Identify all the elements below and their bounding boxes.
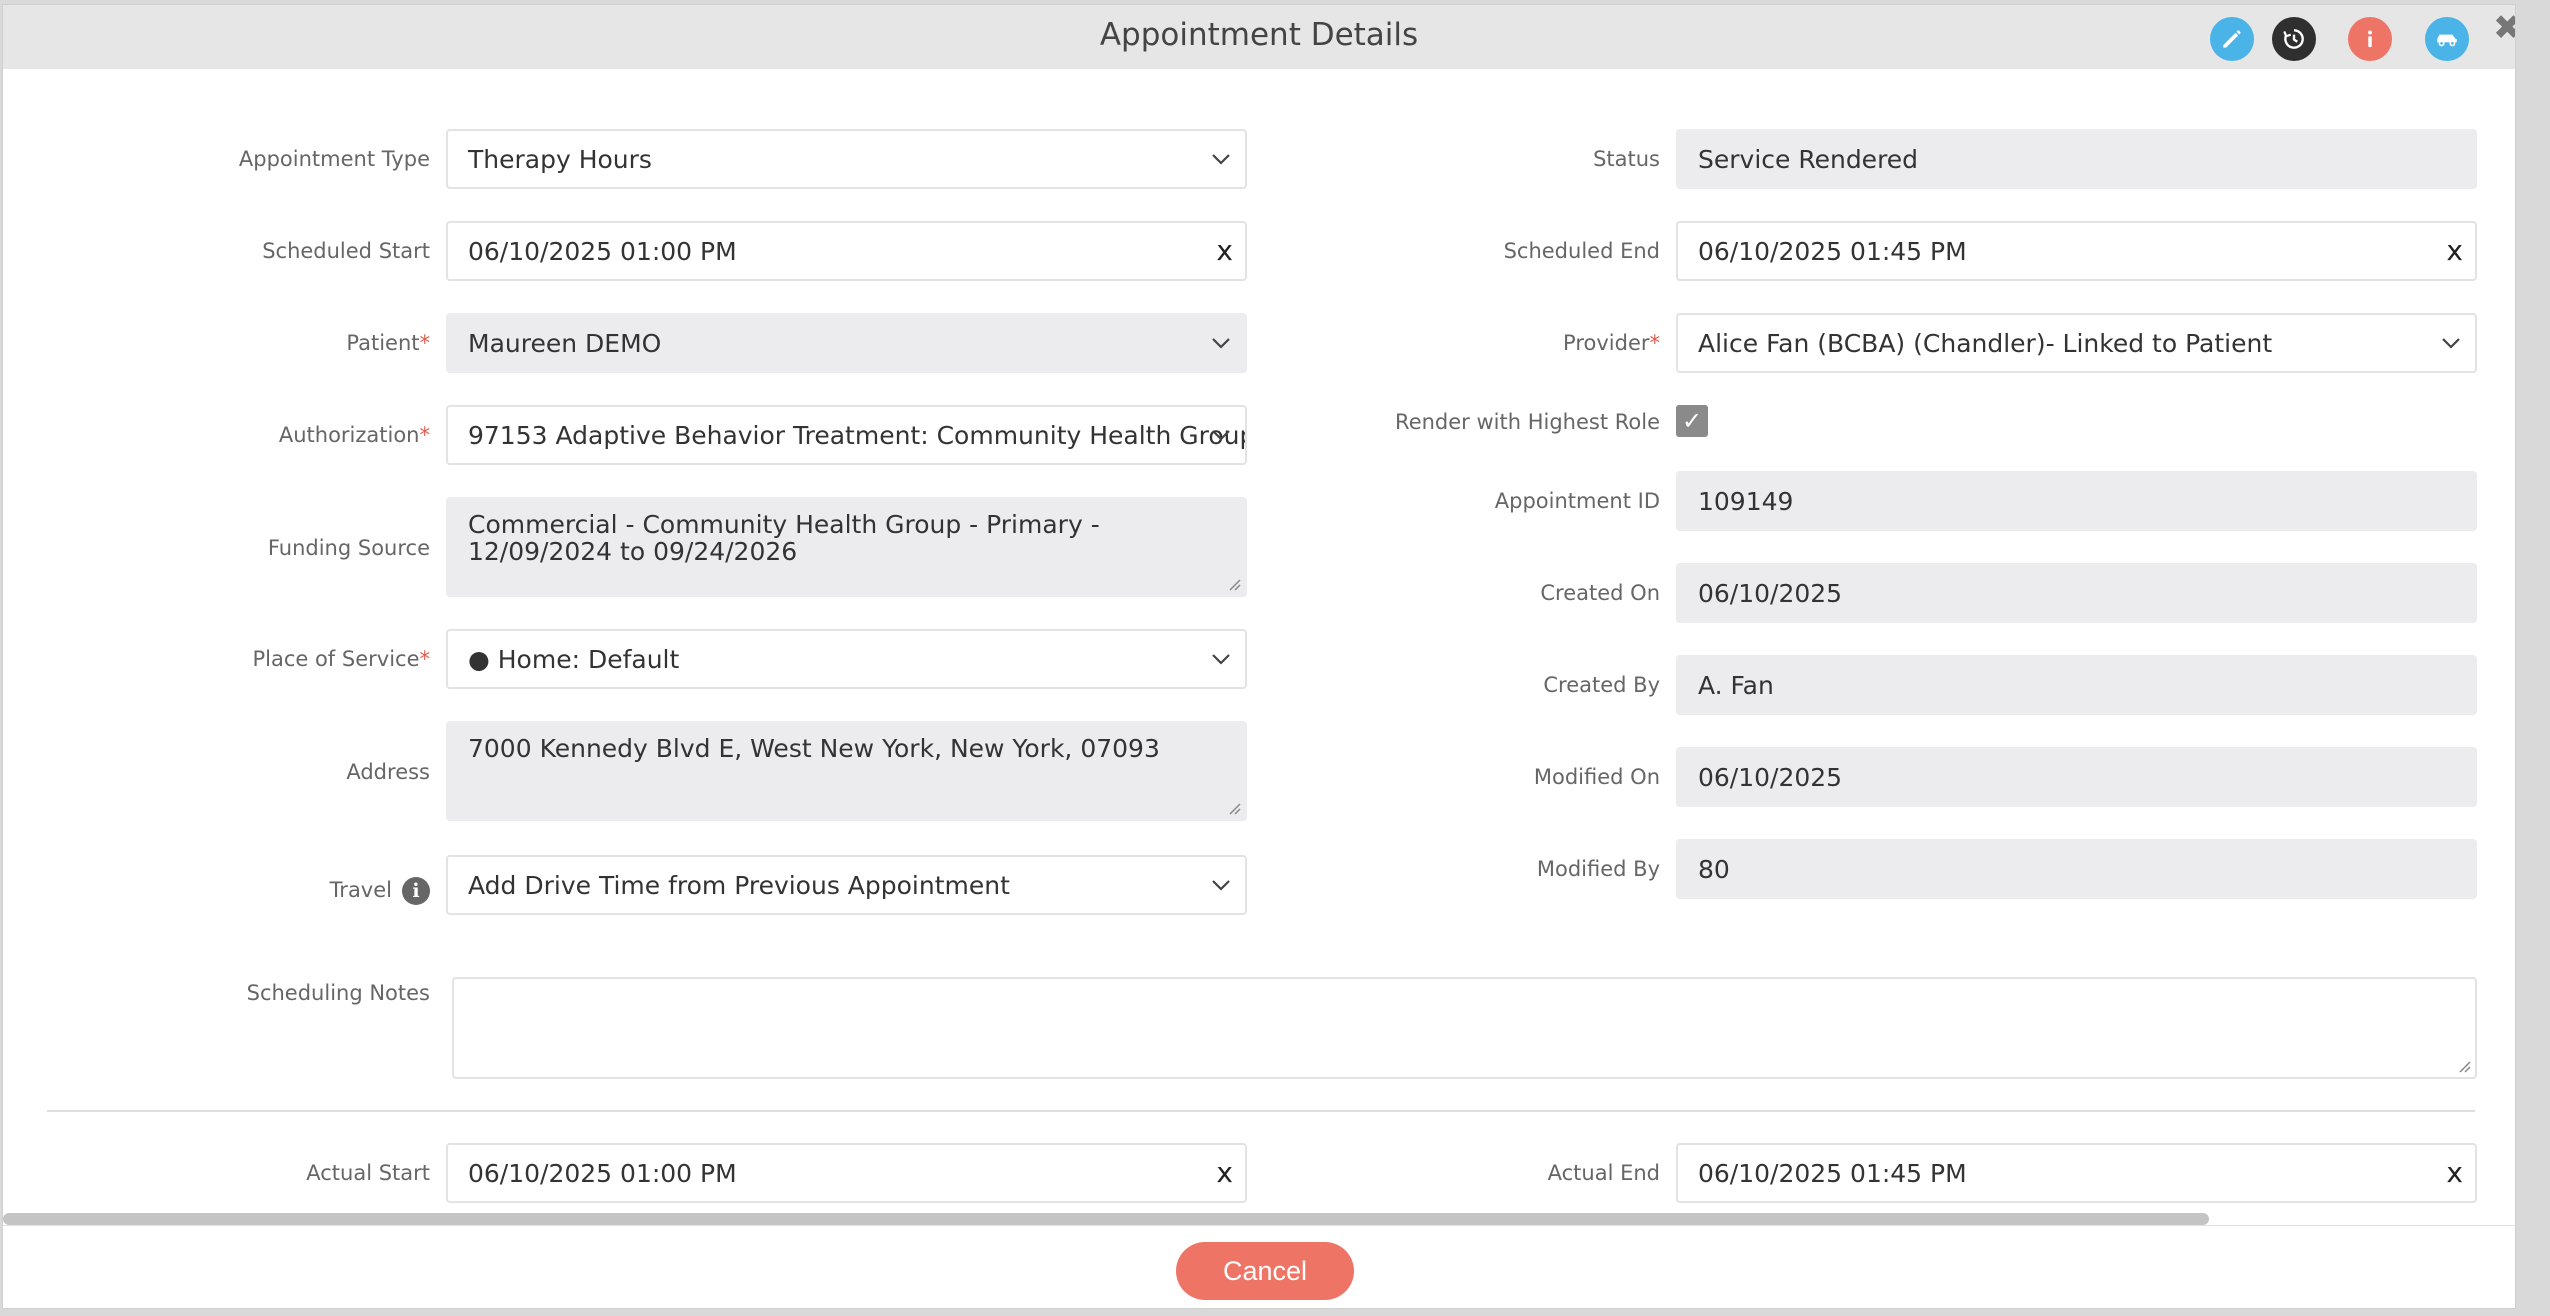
scheduled-start-value: 06/10/2025 01:00 PM (468, 236, 737, 266)
chevron-down-icon (2442, 338, 2460, 349)
scheduling-notes-textarea[interactable] (452, 977, 2477, 1079)
place-of-service-select[interactable]: ● Home: Default (446, 629, 1247, 689)
chevron-down-icon (1212, 654, 1230, 665)
created-on-field: 06/10/2025 (1676, 563, 2477, 623)
appointment-id-label: Appointment ID (1494, 489, 1660, 513)
funding-source-label: Funding Source (267, 536, 430, 560)
modified-on-value: 06/10/2025 (1698, 762, 1843, 792)
render-highest-role-label: Render with Highest Role (1395, 410, 1660, 434)
modal-header: Appointment Details ✖ (3, 5, 2515, 69)
render-highest-role-checkbox[interactable]: ✓ (1676, 405, 1708, 437)
address-label: Address (346, 760, 430, 784)
required-marker: * (419, 423, 431, 447)
patient-value: Maureen DEMO (468, 328, 662, 358)
created-by-label: Created By (1543, 673, 1660, 697)
required-marker: * (1649, 331, 1661, 355)
clear-scheduled-end-button[interactable]: x (2446, 234, 2463, 268)
authorization-value: 97153 Adaptive Behavior Treatment: Commu… (468, 420, 1245, 450)
history-icon (2283, 29, 2304, 49)
appointment-details-modal: Appointment Details ✖ Appointment Type T… (2, 4, 2516, 1309)
travel-button[interactable] (2425, 17, 2469, 61)
actual-end-value: 06/10/2025 01:45 PM (1698, 1158, 1967, 1188)
appointment-type-select[interactable]: Therapy Hours (446, 129, 1247, 189)
created-by-value: A. Fan (1698, 670, 1774, 700)
funding-source-textarea[interactable]: Commercial - Community Health Group - Pr… (446, 497, 1247, 597)
horizontal-scrollbar[interactable] (3, 1213, 2209, 1225)
actual-start-input[interactable]: 06/10/2025 01:00 PM x (446, 1143, 1247, 1203)
chevron-down-icon (1212, 430, 1230, 441)
authorization-label: Authorization* (278, 423, 431, 447)
travel-select[interactable]: Add Drive Time from Previous Appointment (446, 855, 1247, 915)
actual-start-value: 06/10/2025 01:00 PM (468, 1158, 737, 1188)
resize-grip-icon[interactable] (1227, 801, 1241, 815)
created-by-field: A. Fan (1676, 655, 2477, 715)
funding-source-value: Commercial - Community Health Group - Pr… (468, 510, 1100, 566)
clear-actual-end-button[interactable]: x (2446, 1156, 2463, 1190)
scheduled-start-label: Scheduled Start (262, 239, 430, 263)
travel-value: Add Drive Time from Previous Appointment (468, 870, 1010, 900)
scheduling-notes-label: Scheduling Notes (246, 981, 430, 1005)
modal-footer: Cancel (3, 1225, 2515, 1308)
actual-end-input[interactable]: 06/10/2025 01:45 PM x (1676, 1143, 2477, 1203)
clear-actual-start-button[interactable]: x (1216, 1156, 1233, 1190)
cancel-button[interactable]: Cancel (1176, 1242, 1354, 1300)
modified-by-value: 80 (1698, 854, 1730, 884)
resize-grip-icon[interactable] (1227, 577, 1241, 591)
authorization-select[interactable]: 97153 Adaptive Behavior Treatment: Commu… (446, 405, 1247, 465)
clear-scheduled-start-button[interactable]: x (1216, 234, 1233, 268)
place-of-service-value: ● Home: Default (468, 644, 680, 674)
info-icon (2368, 30, 2372, 48)
required-marker: * (419, 647, 431, 671)
modified-on-label: Modified On (1533, 765, 1660, 789)
patient-label: Patient* (346, 331, 431, 355)
status-label: Status (1593, 147, 1660, 171)
travel-label: Travel i (330, 875, 430, 905)
place-of-service-label: Place of Service* (252, 647, 431, 671)
vertical-scrollbar[interactable] (2515, 73, 2516, 668)
car-icon (2437, 34, 2457, 47)
created-on-value: 06/10/2025 (1698, 578, 1843, 608)
history-button[interactable] (2272, 17, 2316, 61)
address-textarea[interactable]: 7000 Kennedy Blvd E, West New York, New … (446, 721, 1247, 821)
chevron-down-icon (1212, 338, 1230, 349)
modified-on-field: 06/10/2025 (1676, 747, 2477, 807)
section-divider (47, 1110, 2475, 1112)
status-field: Service Rendered (1676, 129, 2477, 189)
modal-title: Appointment Details (1099, 17, 1419, 53)
scheduled-start-input[interactable]: 06/10/2025 01:00 PM x (446, 221, 1247, 281)
travel-info-icon[interactable]: i (402, 877, 430, 905)
pencil-icon (2223, 30, 2241, 48)
appointment-type-label: Appointment Type (238, 147, 430, 171)
required-marker: * (419, 331, 431, 355)
resize-grip-icon[interactable] (2457, 1059, 2471, 1073)
appointment-id-value: 109149 (1698, 486, 1794, 516)
provider-value: Alice Fan (BCBA) (Chandler)- Linked to P… (1698, 328, 2273, 358)
modified-by-field: 80 (1676, 839, 2477, 899)
chevron-down-icon (1212, 880, 1230, 891)
edit-button[interactable] (2210, 17, 2254, 61)
actual-end-label: Actual End (1547, 1161, 1660, 1185)
appointment-id-field: 109149 (1676, 471, 2477, 531)
provider-select[interactable]: Alice Fan (BCBA) (Chandler)- Linked to P… (1676, 313, 2477, 373)
modified-by-label: Modified By (1536, 857, 1660, 881)
address-value: 7000 Kennedy Blvd E, West New York, New … (468, 734, 1160, 763)
provider-label: Provider* (1563, 331, 1661, 355)
close-icon[interactable]: ✖ (2493, 11, 2515, 45)
actual-start-label: Actual Start (306, 1161, 430, 1185)
created-on-label: Created On (1540, 581, 1660, 605)
status-value: Service Rendered (1698, 144, 1919, 174)
scheduled-end-input[interactable]: 06/10/2025 01:45 PM x (1676, 221, 2477, 281)
patient-select[interactable]: Maureen DEMO (446, 313, 1247, 373)
info-button[interactable] (2348, 17, 2392, 61)
scheduled-end-label: Scheduled End (1503, 239, 1660, 263)
chevron-down-icon (1212, 154, 1230, 165)
scheduled-end-value: 06/10/2025 01:45 PM (1698, 236, 1967, 266)
appointment-type-value: Therapy Hours (468, 144, 652, 174)
